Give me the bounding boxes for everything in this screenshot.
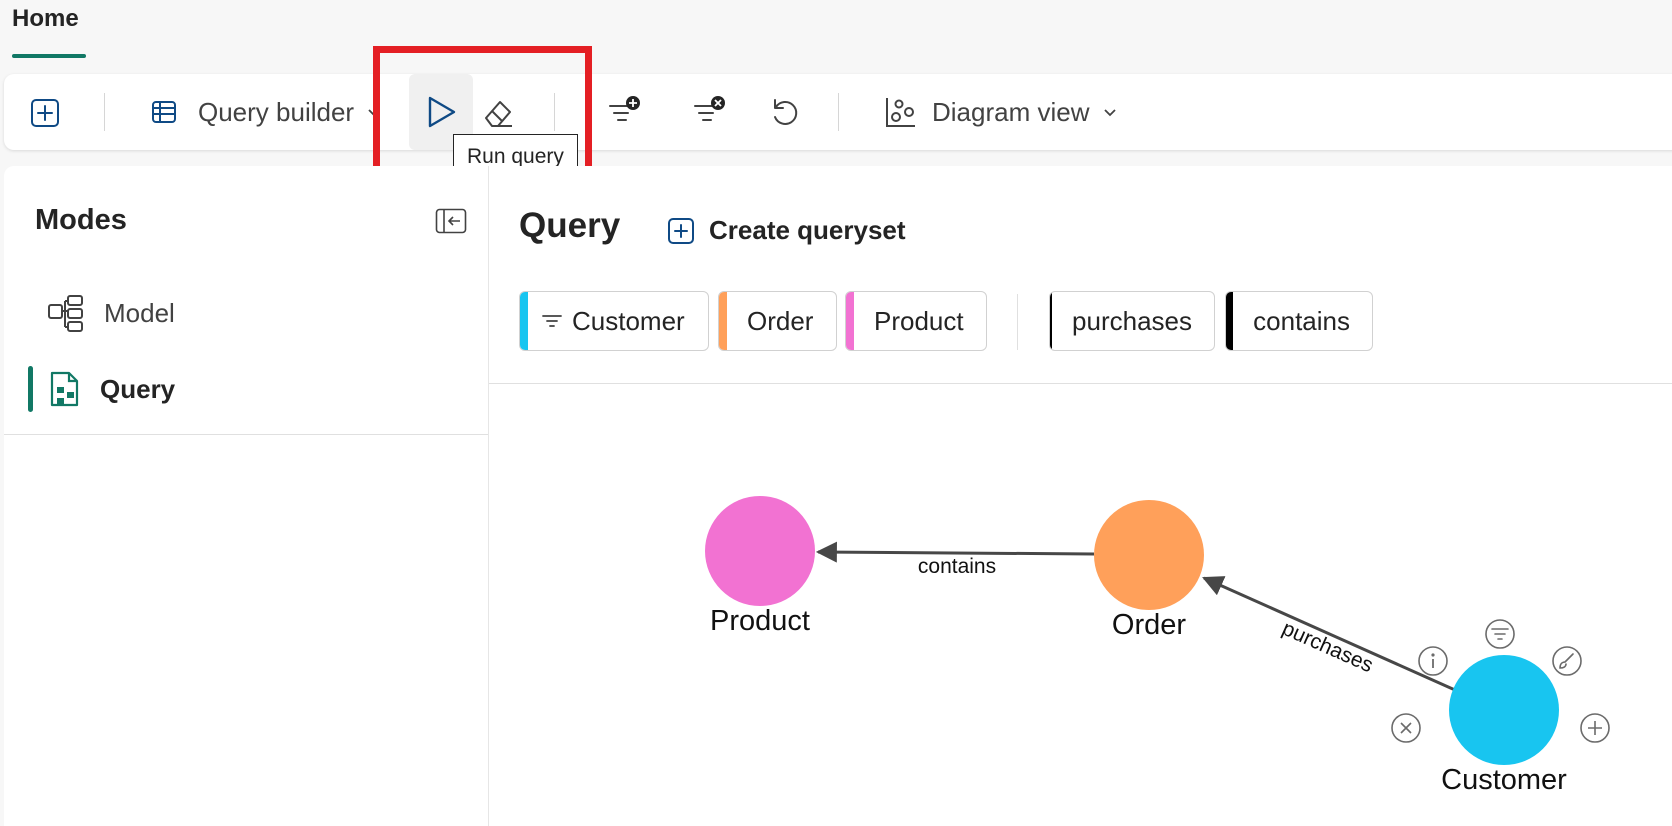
node-label: Product <box>710 605 810 637</box>
node-label: Customer <box>1441 764 1567 796</box>
graph-node-product[interactable]: Product <box>705 496 815 637</box>
node-remove-button[interactable] <box>1391 713 1421 743</box>
graph-node-order[interactable]: Order <box>1094 500 1204 641</box>
node-label: Order <box>1112 609 1186 641</box>
edge-label: contains <box>918 555 996 578</box>
node-style-button[interactable] <box>1552 646 1582 676</box>
node-add-button[interactable] <box>1580 713 1610 743</box>
node-info-button[interactable] <box>1418 646 1448 676</box>
graph-edge-purchases[interactable]: purchases <box>1202 576 1456 692</box>
graph-node-customer[interactable]: Customer <box>1441 655 1567 796</box>
graph-edge-contains[interactable]: contains <box>815 541 1095 578</box>
node-filter-button[interactable] <box>1485 619 1515 649</box>
graph-canvas: contains purchases Product Order Custome… <box>705 496 1610 796</box>
